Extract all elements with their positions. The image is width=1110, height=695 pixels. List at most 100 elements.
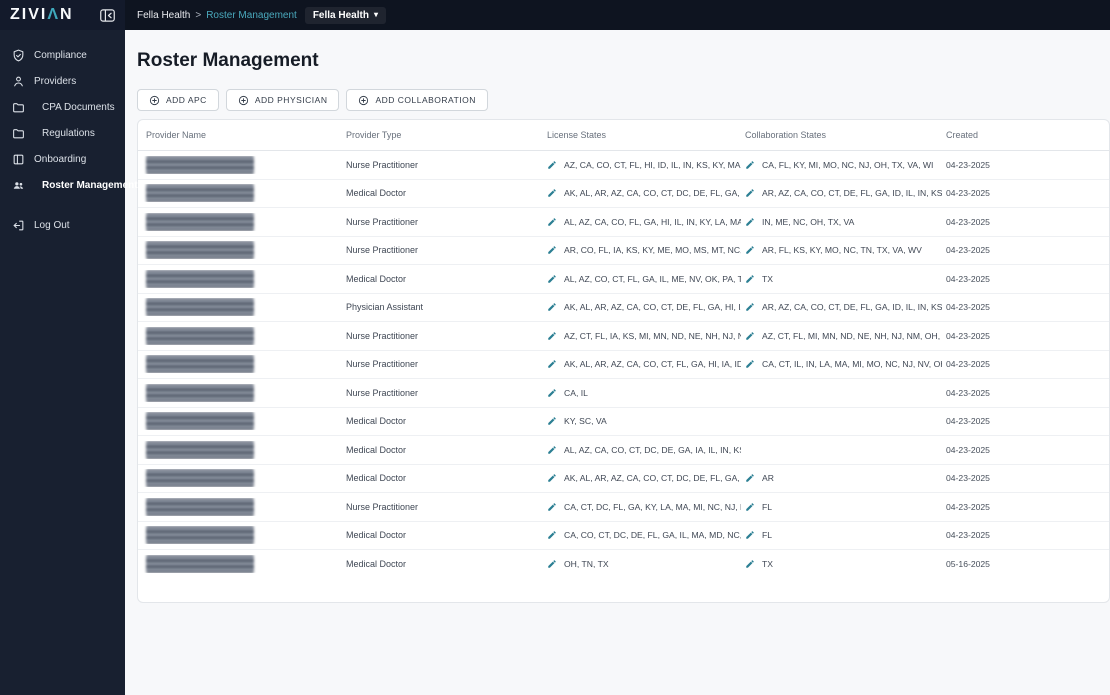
collaboration-states-text: AR [762, 473, 774, 484]
table-footer-spacer [138, 578, 1109, 602]
collaboration-states-text: TX [762, 558, 773, 569]
edit-license-states-icon[interactable] [547, 502, 557, 512]
edit-collaboration-states-icon[interactable] [745, 559, 755, 569]
license-states-cell: OH, TN, TX [543, 559, 741, 569]
redacted-provider-name [146, 326, 254, 345]
sidebar-item-onboarding[interactable]: Onboarding [0, 146, 125, 172]
license-states-cell: AL, AZ, CA, CO, FL, GA, HI, IL, IN, KY, … [543, 217, 741, 227]
breadcrumb-org-link[interactable]: Fella Health [137, 10, 190, 21]
add-physician-button[interactable]: ADD PHYSICIAN [225, 89, 340, 111]
button-label: ADD COLLABORATION [375, 95, 476, 105]
sidebar-item-label: CPA Documents [42, 101, 115, 113]
edit-license-states-icon[interactable] [547, 359, 557, 369]
edit-license-states-icon[interactable] [547, 188, 557, 198]
edit-collaboration-states-icon[interactable] [745, 502, 755, 512]
edit-collaboration-states-icon[interactable] [745, 530, 755, 540]
created-cell: 04-23-2025 [946, 416, 990, 427]
edit-collaboration-states-icon[interactable] [745, 245, 755, 255]
collaboration-states-text: CA, FL, KY, MI, MO, NC, NJ, OH, TX, VA, … [762, 159, 934, 170]
collaboration-states-cell: AR [741, 473, 942, 483]
add-collaboration-button[interactable]: ADD COLLABORATION [346, 89, 488, 111]
add-apc-button[interactable]: ADD APC [137, 89, 219, 111]
edit-collaboration-states-icon[interactable] [745, 359, 755, 369]
sidebar-item-compliance[interactable]: Compliance [0, 42, 125, 68]
edit-license-states-icon[interactable] [547, 559, 557, 569]
created-cell: 04-23-2025 [946, 273, 990, 284]
license-states-text: KY, SC, VA [564, 416, 607, 427]
edit-license-states-icon[interactable] [547, 473, 557, 483]
breadcrumb-current-page[interactable]: Roster Management [206, 10, 297, 21]
table-row: Nurse Practitioner AR, CO, FL, IA, KS, KY… [138, 235, 1109, 265]
created-cell: 04-23-2025 [946, 330, 990, 341]
license-states-text: AL, AZ, CO, CT, FL, GA, IL, ME, NV, OK, … [564, 273, 741, 284]
page-title: Roster Management [137, 50, 319, 71]
edit-collaboration-states-icon[interactable] [745, 160, 755, 170]
edit-license-states-icon[interactable] [547, 388, 557, 398]
edit-collaboration-states-icon[interactable] [745, 217, 755, 227]
provider-name-cell [138, 355, 342, 374]
edit-license-states-icon[interactable] [547, 274, 557, 284]
license-states-text: AK, AL, AR, AZ, CA, CO, CT, DC, DE, FL, … [564, 188, 741, 199]
license-states-text: CA, CT, DC, FL, GA, KY, LA, MA, MI, NC, … [564, 501, 741, 512]
provider-name-cell [138, 383, 342, 402]
table-row: Medical Doctor OH, TN, TX TX 05-16-2025 [138, 549, 1109, 578]
edit-collaboration-states-icon[interactable] [745, 473, 755, 483]
table-row: Nurse Practitioner AL, AZ, CA, CO, FL, GA… [138, 207, 1109, 236]
sidebar-collapse-icon[interactable] [100, 8, 115, 22]
created-cell: 04-23-2025 [946, 501, 990, 512]
redacted-provider-name [146, 155, 254, 174]
license-states-text: AK, AL, AR, AZ, CA, CO, CT, DE, FL, GA, … [564, 302, 741, 313]
edit-license-states-icon[interactable] [547, 245, 557, 255]
edit-license-states-icon[interactable] [547, 445, 557, 455]
license-states-text: AK, AL, AR, AZ, CA, CO, CT, DC, DE, FL, … [564, 473, 741, 484]
provider-type-cell: Nurse Practitioner [346, 330, 419, 341]
sidebar-nav: Compliance Providers CPA Documents Regulati… [0, 42, 138, 198]
table-row: Nurse Practitioner AZ, CA, CO, CT, FL, HI… [138, 150, 1109, 179]
created-cell: 04-23-2025 [946, 188, 990, 199]
org-switcher-dropdown[interactable]: Fella Health ▾ [304, 6, 386, 24]
collaboration-states-cell: IN, ME, NC, OH, TX, VA [741, 217, 942, 227]
license-states-cell: AL, AZ, CO, CT, FL, GA, IL, ME, NV, OK, … [543, 274, 741, 284]
sidebar-item-regulations[interactable]: Regulations [0, 120, 125, 146]
license-states-text: CA, CO, CT, DC, DE, FL, GA, IL, MA, MD, … [564, 530, 741, 541]
edit-collaboration-states-icon[interactable] [745, 274, 755, 284]
sidebar-item-log-out[interactable]: Log Out [0, 212, 125, 238]
sidebar-item-cpa-documents[interactable]: CPA Documents [0, 94, 125, 120]
redacted-provider-name [146, 184, 254, 203]
table-row: Medical Doctor AL, AZ, CO, CT, FL, GA, IL… [138, 264, 1109, 293]
redacted-provider-name [146, 554, 254, 573]
provider-name-cell [138, 412, 342, 431]
license-states-cell: AK, AL, AR, AZ, CA, CO, CT, DC, DE, FL, … [543, 188, 741, 198]
action-buttons: ADD APC ADD PHYSICIAN ADD COLLABORATION [137, 89, 1110, 111]
provider-type-cell: Medical Doctor [346, 473, 407, 484]
collaboration-states-text: CA, CT, IL, IN, LA, MA, MI, MO, NC, NJ, … [762, 359, 942, 370]
license-states-cell: AZ, CA, CO, CT, FL, HI, ID, IL, IN, KS, … [543, 160, 741, 170]
sidebar-item-providers[interactable]: Providers [0, 68, 125, 94]
edit-license-states-icon[interactable] [547, 416, 557, 426]
edit-collaboration-states-icon[interactable] [745, 331, 755, 341]
provider-name-cell [138, 469, 342, 488]
provider-type-cell: Nurse Practitioner [346, 387, 419, 398]
table-row: Medical Doctor AL, AZ, CA, CO, CT, DC, DE… [138, 435, 1109, 464]
edit-license-states-icon[interactable] [547, 331, 557, 341]
edit-collaboration-states-icon[interactable] [745, 302, 755, 312]
redacted-provider-name [146, 383, 254, 402]
license-states-cell: CA, CO, CT, DC, DE, FL, GA, IL, MA, MD, … [543, 530, 741, 540]
provider-type-cell: Physician Assistant [346, 302, 424, 313]
button-label: ADD PHYSICIAN [254, 95, 328, 105]
sidebar-item-roster-management[interactable]: Roster Management [0, 172, 138, 198]
edit-collaboration-states-icon[interactable] [745, 188, 755, 198]
plus-circle-icon [358, 95, 369, 106]
created-cell: 04-23-2025 [946, 159, 990, 170]
provider-name-cell [138, 155, 342, 174]
edit-license-states-icon[interactable] [547, 160, 557, 170]
provider-name-cell [138, 241, 342, 260]
redacted-provider-name [146, 298, 254, 317]
provider-type-cell: Nurse Practitioner [346, 216, 419, 227]
edit-license-states-icon[interactable] [547, 217, 557, 227]
redacted-provider-name [146, 269, 254, 288]
provider-type-cell: Medical Doctor [346, 558, 407, 569]
edit-license-states-icon[interactable] [547, 530, 557, 540]
table-header: Provider Name Provider Type License States… [138, 120, 1109, 150]
edit-license-states-icon[interactable] [547, 302, 557, 312]
